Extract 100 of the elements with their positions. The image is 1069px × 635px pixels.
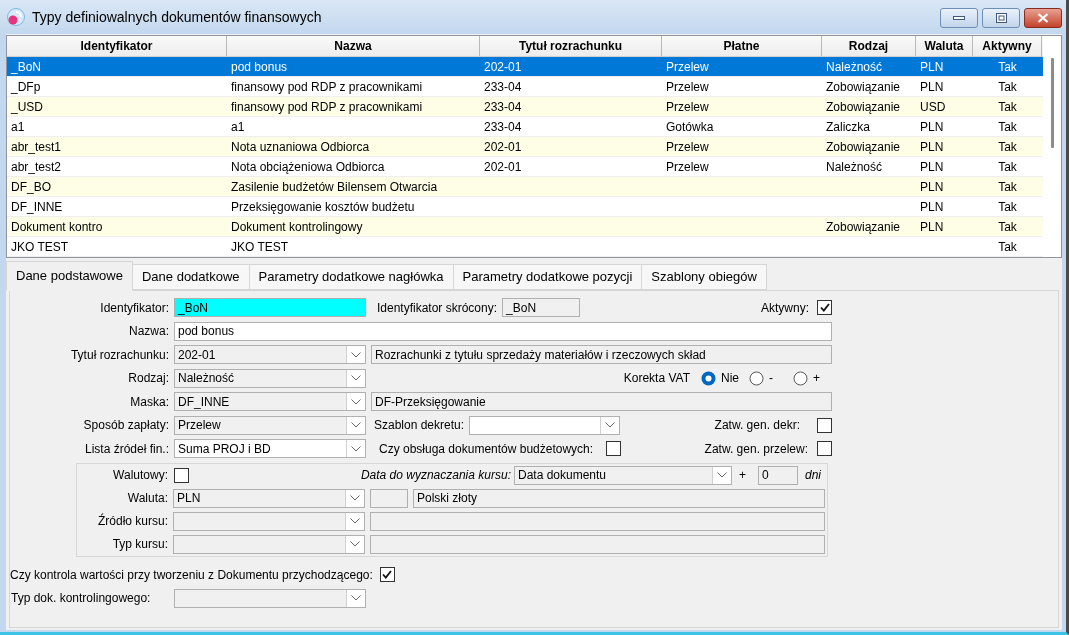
- radio-option[interactable]: +: [793, 369, 820, 387]
- tab[interactable]: Dane dodatkowe: [131, 264, 250, 290]
- scrollbar-thumb[interactable]: [1050, 58, 1054, 148]
- field-label: Nazwa:: [129, 323, 169, 340]
- checkmark-icon: [382, 570, 393, 579]
- chevron-down-icon: [351, 351, 361, 358]
- table-cell-text: 233-04: [484, 118, 522, 136]
- maximize-icon: [995, 12, 1007, 23]
- checkbox[interactable]: [817, 300, 832, 315]
- field-label: Walutowy:: [113, 467, 168, 484]
- table-cell-text: _USD: [11, 98, 43, 116]
- table-row[interactable]: _BoN pod bonus 202-01 Przelew Należność PLN Tak: [7, 57, 1043, 77]
- input-field[interactable]: pod bonus: [174, 321, 832, 341]
- tab[interactable]: Dane podstawowe: [6, 261, 133, 291]
- dropdown[interactable]: Suma PROJ i BD: [174, 439, 366, 458]
- chevron-down-icon: [605, 422, 616, 428]
- table-cell-text: Zobowiązanie: [826, 218, 901, 236]
- table-cell-text: 233-04: [484, 78, 522, 96]
- table-cell-text: 233-04: [484, 98, 522, 116]
- table-row[interactable]: _USD finansowy pod RDP z pracownikami 233-04 Przelew Zobowiązanie USD Tak: [7, 97, 1043, 117]
- table-cell-text: DF_BO: [11, 178, 51, 196]
- table-cell-text: Nota uznaniowa Odbiorca: [231, 138, 370, 156]
- table-cell-text: Przelew: [666, 98, 709, 116]
- field-label: Zatw. gen. przelew:: [704, 440, 808, 458]
- table-cell-text: Tak: [998, 78, 1017, 96]
- table-cell-text: Dokument kontro: [11, 218, 103, 236]
- chevron-down-icon: [350, 495, 360, 501]
- checkbox[interactable]: [174, 467, 189, 483]
- table-cell-text: Zaliczka: [826, 118, 870, 136]
- tab[interactable]: Parametry dodatkowe nagłówka: [248, 264, 454, 290]
- checkbox[interactable]: [379, 567, 395, 582]
- table-cell-text: Dokument kontrolingowy: [231, 218, 363, 236]
- table-cell-text: _BoN: [11, 58, 42, 76]
- table-cell-text: Przelew: [666, 58, 709, 76]
- table-cell-text: Przelew: [666, 138, 709, 156]
- table-cell-text: 202-01: [484, 158, 522, 176]
- table-cell-text: PLN: [920, 178, 944, 196]
- radio-option[interactable]: -: [749, 369, 773, 387]
- field-label: Typ kursu:: [112, 536, 168, 553]
- checkbox[interactable]: [817, 441, 832, 456]
- field-label: Sposób zapłaty:: [83, 417, 169, 434]
- chevron-down-icon: [351, 595, 361, 601]
- table-cell-text: abr_test1: [11, 138, 62, 156]
- field-label: dni: [805, 467, 821, 484]
- table-cell-text: Nota obciążeniowa Odbiorca: [231, 158, 385, 176]
- column-header[interactable]: Nazwa: [227, 36, 480, 56]
- field-label: Lista źródeł fin.:: [84, 440, 169, 458]
- table-cell-text: PLN: [920, 78, 944, 96]
- field-label: Data do wyznaczania kursu:: [360, 467, 511, 484]
- table-cell-text: Tak: [998, 218, 1017, 236]
- checkmark-icon: [819, 303, 830, 312]
- table-cell-text: 202-01: [484, 58, 522, 76]
- table-cell-text: pod bonus: [231, 58, 288, 76]
- chevron-down-icon: [351, 375, 361, 381]
- table-cell-text: PLN: [920, 138, 944, 156]
- minimize-button[interactable]: [940, 7, 978, 28]
- table-row[interactable]: abr_test1 Nota uznaniowa Odbiorca 202-01 Przelew Zobowiązanie PLN Tak: [7, 137, 1043, 157]
- table-cell-text: Tak: [998, 158, 1017, 176]
- field-label: Aktywny:: [761, 299, 809, 317]
- tab[interactable]: Parametry dodatkowe pozycji: [452, 264, 643, 290]
- minimize-icon: [953, 15, 965, 20]
- table-cell-text: Tak: [998, 178, 1017, 196]
- column-header[interactable]: Waluta: [916, 36, 973, 56]
- field-label: Maska:: [130, 393, 169, 411]
- input-field[interactable]: [370, 488, 408, 508]
- column-header[interactable]: Rodzaj: [822, 36, 916, 56]
- table-cell-text: PLN: [920, 198, 944, 216]
- table-cell-text: Przelew: [666, 78, 709, 96]
- window-title: Typy definiowalnych dokumentów finansowych: [32, 7, 322, 27]
- column-header[interactable]: Identyfikator: [7, 36, 227, 56]
- description-field: DF-Przeksięgowanie: [371, 392, 832, 411]
- table-row[interactable]: Dokument kontro Dokument kontrolingowy Zobowiązanie PLN Tak: [7, 217, 1043, 237]
- table-cell-text: PLN: [920, 158, 944, 176]
- checkbox[interactable]: [606, 441, 622, 456]
- chevron-down-icon: [716, 472, 727, 478]
- chevron-down-icon: [350, 541, 360, 547]
- table-cell-text: finansowy pod RDP z pracownikami: [231, 98, 423, 116]
- table-cell-text: _DFp: [11, 78, 41, 96]
- field-label: Czy kontrola wartości przy tworzeniu z Dokumentu przychodzącego:: [10, 566, 373, 584]
- column-header[interactable]: Tytuł rozrachunku: [480, 36, 662, 56]
- close-button[interactable]: [1024, 7, 1062, 28]
- column-header[interactable]: Płatne: [662, 36, 822, 56]
- table-cell-text: a1: [231, 118, 245, 136]
- checkbox[interactable]: [817, 417, 832, 433]
- input-field[interactable]: _BoN: [174, 298, 366, 317]
- field-label: Identyfikator skrócony:: [377, 299, 498, 317]
- radio-option[interactable]: Nie: [700, 369, 739, 387]
- field-label: Waluta:: [127, 490, 168, 507]
- maximize-button[interactable]: [982, 7, 1020, 28]
- column-header[interactable]: Aktywny: [973, 36, 1042, 56]
- table-cell-text: PLN: [920, 118, 944, 136]
- table-row[interactable]: DF_BO Zasilenie budżetów Bilensem Otwarcia PLN Tak: [7, 177, 1043, 197]
- table-cell-text: finansowy pod RDP z pracownikami: [231, 78, 423, 96]
- table-cell-text: Tak: [998, 238, 1017, 256]
- table-cell-text: Tak: [998, 58, 1017, 76]
- table-cell-text: Tak: [998, 98, 1017, 116]
- tab[interactable]: Szablony obiegów: [641, 264, 767, 290]
- table-cell-text: Zobowiązanie: [826, 138, 901, 156]
- description-field: Polski złoty: [413, 488, 825, 508]
- table-cell-text: JKO TEST: [11, 238, 69, 256]
